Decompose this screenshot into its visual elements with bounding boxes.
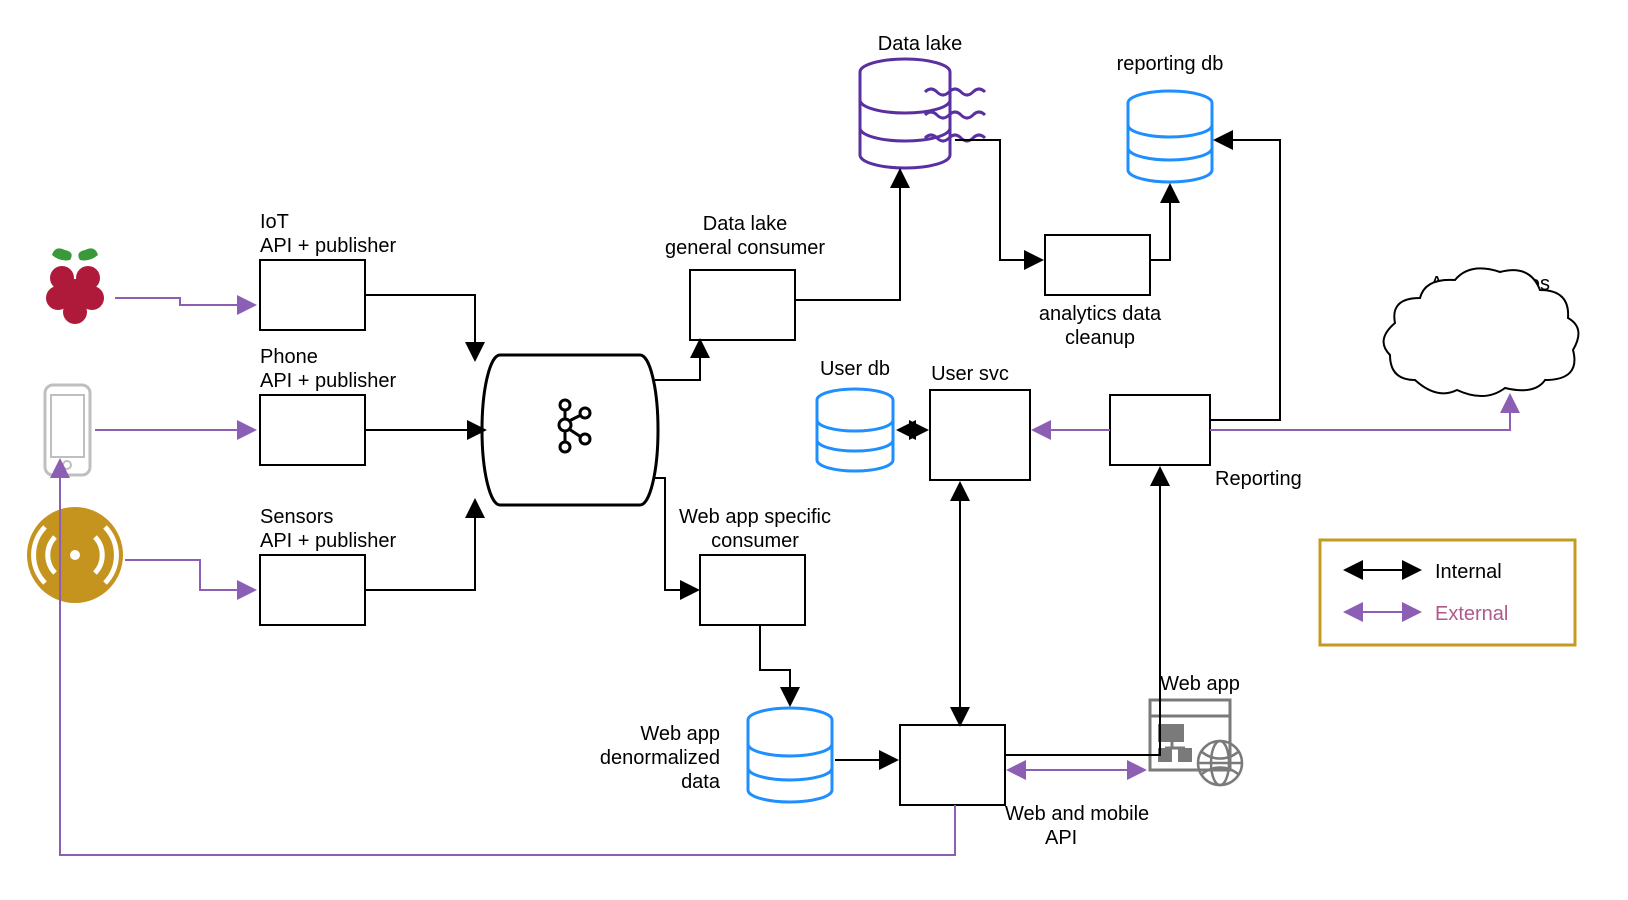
svg-text:API: API [1045, 827, 1077, 849]
iot-publisher-box: IoT API + publisher [260, 211, 397, 330]
message-queue-icon [482, 355, 658, 505]
denorm-db-icon: Web app denormalized data [600, 708, 832, 802]
wadenorm-line3: data [681, 771, 721, 793]
phone-line2: API + publisher [260, 370, 397, 392]
wadenorm-line1: Web app [640, 723, 720, 745]
web-app-label: Web app [1160, 673, 1240, 695]
svg-text:reporting db: reporting db [1117, 53, 1224, 75]
svg-text:Web app: Web app [640, 723, 720, 745]
sensors-line1: Sensors [260, 506, 333, 528]
svg-text:Sensors: Sensors [260, 506, 333, 528]
svg-text:analytics data: analytics data [1039, 303, 1162, 325]
user-svc-box: User svc [930, 363, 1030, 480]
wadenorm-line2: denormalized [600, 747, 720, 769]
data-lake-icon: Data lake [860, 33, 985, 168]
svg-text:API + publisher: API + publisher [260, 530, 397, 552]
sensor-icon [27, 507, 123, 603]
svg-text:IoT: IoT [260, 211, 289, 233]
reporting-label: Reporting [1215, 468, 1302, 490]
auth-cloud-icon: Auth services [1384, 268, 1579, 396]
webapi-line2: API [1045, 827, 1077, 849]
iot-line1: IoT [260, 211, 289, 233]
svg-text:User db: User db [820, 358, 890, 380]
svg-text:general consumer: general consumer [665, 237, 825, 259]
phone-icon [45, 385, 90, 475]
web-app-consumer-box: Web app specific consumer [679, 506, 831, 625]
svg-text:External: External [1435, 603, 1508, 625]
sensors-publisher-box: Sensors API + publisher [260, 506, 397, 625]
svg-text:Phone: Phone [260, 346, 318, 368]
svg-text:Reporting: Reporting [1215, 468, 1302, 490]
sensors-line2: API + publisher [260, 530, 397, 552]
svg-text:Web app: Web app [1160, 673, 1240, 695]
svg-text:API + publisher: API + publisher [260, 235, 397, 257]
reporting-box: Reporting [1110, 395, 1302, 490]
svg-text:Data lake: Data lake [703, 213, 788, 235]
svg-text:Internal: Internal [1435, 561, 1502, 583]
web-app-icon: Web app [1150, 673, 1242, 785]
user-svc-label: User svc [931, 363, 1009, 385]
analytics-line2: cleanup [1065, 327, 1135, 349]
svg-text:data: data [681, 771, 721, 793]
analytics-line1: analytics data [1039, 303, 1162, 325]
waconsumer-line2: consumer [711, 530, 799, 552]
dlconsumer-line1: Data lake [703, 213, 788, 235]
reporting-db-label: reporting db [1117, 53, 1224, 75]
raspberry-pi-icon [46, 248, 104, 324]
reporting-db-icon: reporting db [1117, 53, 1224, 182]
svg-text:API + publisher: API + publisher [260, 370, 397, 392]
svg-text:Web and mobile: Web and mobile [1005, 803, 1149, 825]
data-lake-consumer-box: Data lake general consumer [665, 213, 825, 340]
phone-publisher-box: Phone API + publisher [260, 346, 397, 465]
web-mobile-api-box: Web and mobile API [900, 725, 1149, 849]
waconsumer-line1: Web app specific [679, 506, 831, 528]
legend-external: External [1435, 603, 1508, 625]
user-db-label: User db [820, 358, 890, 380]
legend-internal: Internal [1435, 561, 1502, 583]
webapi-line1: Web and mobile [1005, 803, 1149, 825]
analytics-cleanup-box: analytics data cleanup [1039, 235, 1162, 349]
dlconsumer-line2: general consumer [665, 237, 825, 259]
svg-text:Web app specific: Web app specific [679, 506, 831, 528]
phone-line1: Phone [260, 346, 318, 368]
legend-box: Internal External [1320, 540, 1575, 645]
iot-line2: API + publisher [260, 235, 397, 257]
svg-text:Data lake: Data lake [878, 33, 963, 55]
svg-text:denormalized: denormalized [600, 747, 720, 769]
svg-text:consumer: consumer [711, 530, 799, 552]
user-db-icon: User db [817, 358, 893, 471]
data-lake-label: Data lake [878, 33, 963, 55]
svg-text:cleanup: cleanup [1065, 327, 1135, 349]
svg-text:User svc: User svc [931, 363, 1009, 385]
